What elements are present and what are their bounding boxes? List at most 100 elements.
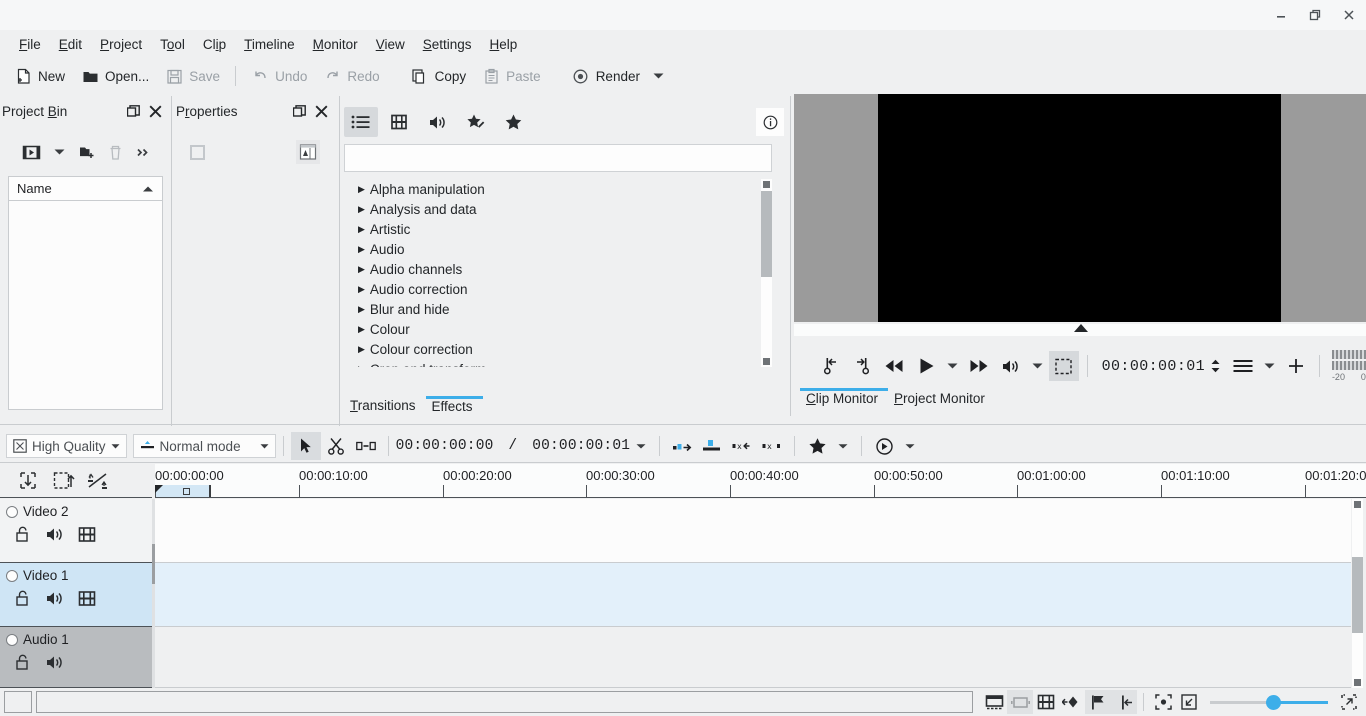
show-video-thumbnails-button[interactable] xyxy=(1007,690,1033,714)
play-options-button[interactable] xyxy=(942,351,962,381)
preview-render-menu-button[interactable] xyxy=(899,432,921,460)
fit-zoom-button[interactable] xyxy=(1150,690,1176,714)
expand-triangle-icon[interactable]: ▶ xyxy=(358,224,365,234)
spacer-tool-button[interactable] xyxy=(351,432,381,460)
insert-zone-timeline-button[interactable] xyxy=(667,432,697,460)
effects-category-row[interactable]: ▶ Audio correction xyxy=(344,279,772,299)
open-button[interactable]: Open... xyxy=(73,62,157,90)
mute-track-icon[interactable] xyxy=(45,590,64,607)
forward-button[interactable] xyxy=(964,351,994,381)
edit-mode-selector[interactable]: Normal mode xyxy=(132,434,276,458)
effects-category-row[interactable]: ▶ Colour correction xyxy=(344,339,772,359)
lock-track-icon[interactable] xyxy=(14,589,31,607)
track-active-radio[interactable] xyxy=(6,633,18,646)
tab-clip-monitor[interactable]: Clip Monitor xyxy=(800,388,889,406)
preview-render-button[interactable] xyxy=(869,432,899,460)
render-button[interactable]: Render xyxy=(564,62,648,90)
maximize-button[interactable] xyxy=(1298,0,1332,30)
expand-triangle-icon[interactable]: ▶ xyxy=(358,284,365,294)
monitor-timecode[interactable]: 00:00:00:01 xyxy=(1102,358,1205,375)
monitor-playhead[interactable] xyxy=(1074,324,1088,332)
effects-tab-main[interactable] xyxy=(344,107,378,137)
timeline-position-timecode[interactable]: 00:00:00:00 / 00:00:00:01 xyxy=(396,438,631,454)
show-audio-thumbnails-button[interactable] xyxy=(1033,690,1059,714)
redo-button[interactable]: Redo xyxy=(315,62,387,90)
hide-track-icon[interactable] xyxy=(78,526,96,543)
expand-triangle-icon[interactable]: ▶ xyxy=(358,304,365,314)
track-content-video1[interactable] xyxy=(155,563,1351,627)
timeline-zoom-slider[interactable] xyxy=(1210,692,1328,712)
effects-info-button[interactable] xyxy=(756,108,784,136)
zone-preview-button[interactable] xyxy=(1049,351,1079,381)
lock-track-icon[interactable] xyxy=(14,525,31,543)
menu-timeline[interactable]: Timeline xyxy=(235,33,304,56)
expand-triangle-icon[interactable]: ▶ xyxy=(358,344,365,354)
insert-track-below-button[interactable] xyxy=(18,469,42,493)
clip-monitor[interactable] xyxy=(794,92,1366,336)
scroll-up-endcap[interactable] xyxy=(763,181,770,188)
properties-close-button[interactable] xyxy=(314,104,328,118)
properties-view-button[interactable] xyxy=(296,140,320,164)
selection-tool-button[interactable] xyxy=(290,432,321,460)
show-snap-button[interactable] xyxy=(1085,690,1111,714)
effects-category-row[interactable]: ▶ Audio channels xyxy=(344,259,772,279)
undo-button[interactable]: Undo xyxy=(243,62,315,90)
timeline-preview-toggle[interactable] xyxy=(981,690,1007,714)
play-button[interactable] xyxy=(911,351,941,381)
expand-triangle-icon[interactable]: ▶ xyxy=(358,244,365,254)
expand-triangle-icon[interactable]: ▶ xyxy=(358,364,365,367)
effects-tab-custom[interactable] xyxy=(458,107,492,137)
effects-search-input[interactable] xyxy=(344,144,772,172)
show-markers-button[interactable] xyxy=(1059,690,1085,714)
rewind-button[interactable] xyxy=(879,351,909,381)
menu-settings[interactable]: Settings xyxy=(414,33,481,56)
monitor-seek-bar[interactable] xyxy=(794,324,1366,336)
favorite-effect-menu-button[interactable] xyxy=(832,432,854,460)
monitor-menu-button[interactable] xyxy=(1228,351,1258,381)
properties-float-button[interactable] xyxy=(292,104,306,118)
overwrite-zone-button[interactable] xyxy=(697,432,727,460)
paste-button[interactable]: Paste xyxy=(474,62,549,90)
bin-more-options-button[interactable] xyxy=(130,139,156,165)
expand-triangle-icon[interactable]: ▶ xyxy=(358,204,365,214)
effects-category-row[interactable]: ▶ Blur and hide xyxy=(344,299,772,319)
menu-project[interactable]: Project xyxy=(91,33,151,56)
zoom-out-button[interactable] xyxy=(1176,690,1202,714)
volume-button[interactable] xyxy=(996,351,1026,381)
timeline-scroll-down-endcap[interactable] xyxy=(1354,679,1361,686)
save-button[interactable]: Save xyxy=(157,62,228,90)
effects-scroll-thumb[interactable] xyxy=(761,191,772,277)
menu-help[interactable]: Help xyxy=(481,33,527,56)
copy-button[interactable]: Copy xyxy=(403,62,475,90)
minimize-button[interactable] xyxy=(1264,0,1298,30)
effects-category-row[interactable]: ▶ Alpha manipulation xyxy=(344,179,772,199)
project-bin-column-header[interactable]: Name xyxy=(9,177,162,201)
show-guides-button[interactable] xyxy=(1111,690,1137,714)
razor-tool-button[interactable] xyxy=(321,432,351,460)
add-clip-button[interactable] xyxy=(18,139,44,165)
set-zone-out-button[interactable] xyxy=(848,351,878,381)
timeline-ruler[interactable]: 00:00:00:00 00:00:10:00 00:00:20:00 00:00:3… xyxy=(155,464,1366,498)
monitor-timecode-spinner[interactable] xyxy=(1211,359,1220,373)
timeline-zone-bar[interactable] xyxy=(156,485,211,497)
add-clip-menu-button[interactable] xyxy=(46,139,72,165)
mute-track-icon[interactable] xyxy=(45,526,64,543)
track-active-radio[interactable] xyxy=(6,505,18,518)
insert-track-above-button[interactable] xyxy=(52,469,76,493)
extract-zone-button[interactable]: x xyxy=(727,432,757,460)
effects-category-row[interactable]: ▶ Artistic xyxy=(344,219,772,239)
timeline-vertical-scrollbar[interactable] xyxy=(1352,499,1363,688)
mix-clips-button[interactable] xyxy=(86,469,110,493)
effects-category-row[interactable]: ▶ Audio xyxy=(344,239,772,259)
set-zone-in-button[interactable] xyxy=(816,351,846,381)
effects-category-row[interactable]: ▶ Crop and transform xyxy=(344,359,772,368)
quality-selector[interactable]: High Quality xyxy=(6,434,127,458)
tab-project-monitor[interactable]: Project Monitor xyxy=(888,388,995,406)
track-header-audio1[interactable]: Audio 1 xyxy=(0,627,152,688)
tab-effects[interactable]: Effects xyxy=(425,396,483,414)
timeline-playhead[interactable] xyxy=(155,485,163,493)
zone-bar-handle[interactable] xyxy=(183,488,190,495)
effects-category-row[interactable]: ▶ Analysis and data xyxy=(344,199,772,219)
effects-tab-audio[interactable] xyxy=(420,107,454,137)
monitor-video-frame[interactable] xyxy=(878,94,1281,322)
